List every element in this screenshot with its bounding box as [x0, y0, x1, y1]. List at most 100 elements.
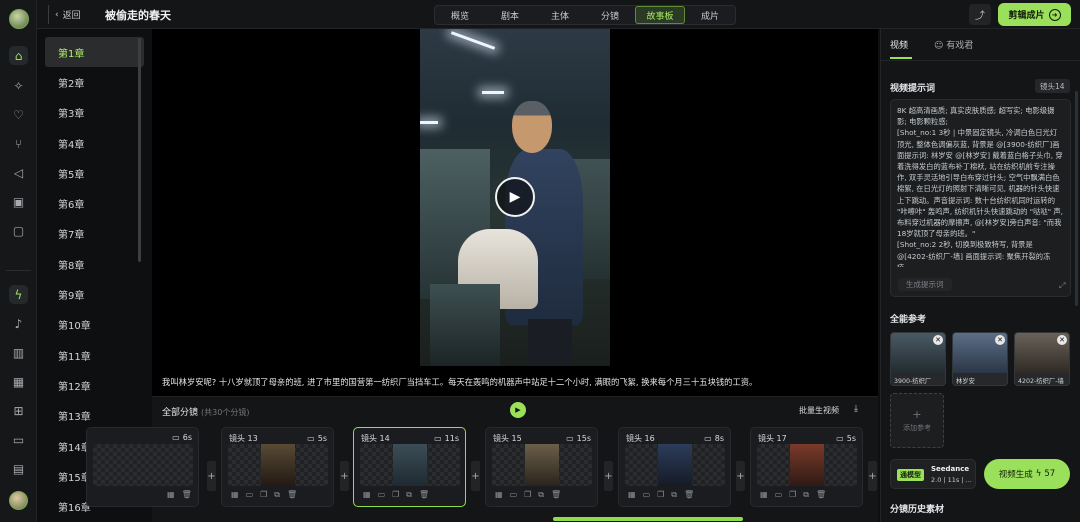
- tab-assistant[interactable]: ☺ 有戏君: [934, 38, 973, 51]
- video-preview[interactable]: ▶: [420, 29, 610, 366]
- model-selector[interactable]: 通模型 Seedance 2.0 | 11s | ...: [890, 459, 976, 489]
- edit-final-button[interactable]: 剪辑成片 ➜: [998, 3, 1071, 26]
- image-icon[interactable]: ▦: [495, 490, 503, 500]
- megaphone-icon[interactable]: ◁: [9, 163, 28, 182]
- insert-shot-button[interactable]: +: [340, 461, 349, 491]
- shots-scrollbar[interactable]: [553, 517, 743, 521]
- trash-icon[interactable]: 🗑: [287, 490, 297, 500]
- layers-icon[interactable]: ⧉: [803, 490, 809, 500]
- chapter-item[interactable]: 第4章: [45, 128, 144, 158]
- image-icon[interactable]: ▦: [231, 490, 239, 500]
- insert-shot-button[interactable]: +: [207, 461, 216, 491]
- tab-assistant-label: 有戏君: [946, 41, 974, 51]
- layers-icon[interactable]: ⧉: [538, 490, 544, 500]
- chapter-item[interactable]: 第7章: [45, 219, 144, 249]
- close-icon[interactable]: ✕: [995, 335, 1005, 345]
- chapter-item[interactable]: 第3章: [45, 98, 144, 128]
- download-icon[interactable]: ⤓: [854, 404, 858, 414]
- insert-shot-button[interactable]: +: [736, 461, 745, 491]
- gift-icon[interactable]: ⊞: [9, 401, 28, 420]
- share-button[interactable]: ⤴: [969, 4, 991, 25]
- copy-icon[interactable]: ❐: [657, 490, 664, 500]
- shot-card[interactable]: 镜头 15 ▭ 15s ▦ ▭ ❐ ⧉ 🗑: [485, 427, 598, 507]
- play-all-button[interactable]: ▶: [510, 402, 526, 418]
- shot-card[interactable]: 镜头 16 ▭ 8s ▦ ▭ ❐ ⧉ 🗑: [618, 427, 731, 507]
- video-icon[interactable]: ▭: [246, 490, 254, 500]
- card-icon[interactable]: ▤: [9, 459, 28, 478]
- layers-icon[interactable]: ⧉: [406, 490, 412, 500]
- image-icon[interactable]: ▦: [760, 490, 768, 500]
- trash-icon[interactable]: 🗑: [551, 490, 561, 500]
- expand-icon[interactable]: ⤢: [1059, 280, 1065, 291]
- step-overview[interactable]: 概览: [435, 6, 485, 24]
- image-icon[interactable]: ▦: [167, 490, 175, 499]
- video-icon[interactable]: ▭: [378, 490, 386, 500]
- chapter-item[interactable]: 第1章: [45, 37, 144, 68]
- copy-icon[interactable]: ❐: [524, 490, 531, 500]
- sparkle-icon[interactable]: ✧: [9, 76, 28, 95]
- trash-icon[interactable]: 🗑: [816, 490, 826, 500]
- batch-generate-button[interactable]: 批量生视频: [799, 405, 839, 416]
- layers-icon[interactable]: ⧉: [274, 490, 280, 500]
- close-icon[interactable]: ✕: [1057, 335, 1067, 345]
- shot-card[interactable]: 镜头 17 ▭ 5s ▦ ▭ ❐ ⧉ 🗑: [750, 427, 863, 507]
- trash-icon[interactable]: 🗑: [419, 490, 429, 500]
- reference-card[interactable]: ✕ 4202-纺织厂-墙: [1014, 332, 1070, 386]
- reference-card[interactable]: ✕ 林岁安: [952, 332, 1008, 386]
- shot-card[interactable]: 镜头 13 ▭ 5s ▦ ▭ ❐ ⧉ 🗑: [221, 427, 334, 507]
- chapter-item[interactable]: 第11章: [45, 340, 144, 370]
- shot-card[interactable]: ▭ 6s ▦ 🗑: [86, 427, 199, 507]
- app-logo[interactable]: [9, 9, 29, 29]
- image-icon[interactable]: ▦: [628, 490, 636, 500]
- back-label: 返回: [62, 11, 81, 21]
- play-button[interactable]: ▶: [495, 177, 535, 217]
- chapter-item[interactable]: 第9章: [45, 279, 144, 309]
- copy-icon[interactable]: ❐: [789, 490, 796, 500]
- lightning-icon[interactable]: ϟ: [9, 285, 28, 304]
- right-scrollbar[interactable]: [1075, 91, 1078, 306]
- insert-shot-button[interactable]: +: [868, 461, 877, 491]
- chapter-item[interactable]: 第6章: [45, 188, 144, 218]
- chapter-item[interactable]: 第8章: [45, 249, 144, 279]
- back-button[interactable]: ‹ 返回: [48, 5, 89, 24]
- close-icon[interactable]: ✕: [933, 335, 943, 345]
- generate-video-button[interactable]: 视频生成 ϟ 57: [984, 459, 1070, 489]
- prompt-textarea[interactable]: 8K 超高清画质; 真实皮肤质感; 超写实; 电影级摄影; 电影颗粒感; [Sh…: [890, 99, 1071, 297]
- video-icon[interactable]: ▭: [775, 490, 783, 500]
- step-script[interactable]: 剧本: [485, 6, 535, 24]
- briefcase-icon[interactable]: ▣: [9, 192, 28, 211]
- heart-icon[interactable]: ♡: [9, 105, 28, 124]
- video-icon[interactable]: ▭: [510, 490, 518, 500]
- step-storyboard[interactable]: 故事板: [635, 6, 685, 24]
- bell-icon[interactable]: ♪: [9, 314, 28, 333]
- chapter-item[interactable]: 第10章: [45, 310, 144, 340]
- copy-icon[interactable]: ❐: [260, 490, 267, 500]
- chapter-item[interactable]: 第5章: [45, 158, 144, 188]
- insert-shot-button[interactable]: +: [604, 461, 613, 491]
- generate-prompt-button[interactable]: 生成提示词: [898, 278, 952, 291]
- chapter-item[interactable]: 第12章: [45, 370, 144, 400]
- wallet-icon[interactable]: ▢: [9, 221, 28, 240]
- shot-card[interactable]: 镜头 14 ▭ 11s ▦ ▭ ❐ ⧉ 🗑: [353, 427, 466, 507]
- tab-video[interactable]: 视频: [890, 38, 908, 51]
- chat-icon[interactable]: ▭: [9, 430, 28, 449]
- add-reference-button[interactable]: + 添加参考: [890, 393, 944, 448]
- nodes-icon[interactable]: ⑂: [9, 134, 28, 153]
- layers-icon[interactable]: ⧉: [671, 490, 677, 500]
- image-icon[interactable]: ▦: [363, 490, 371, 500]
- trash-icon[interactable]: 🗑: [182, 490, 192, 499]
- book-icon[interactable]: ▥: [9, 343, 28, 362]
- insert-shot-button[interactable]: +: [471, 461, 480, 491]
- trash-icon[interactable]: 🗑: [684, 490, 694, 500]
- qrcode-icon[interactable]: ▦: [9, 372, 28, 391]
- video-icon[interactable]: ▭: [643, 490, 651, 500]
- home-icon[interactable]: ⌂: [9, 46, 28, 65]
- reference-card[interactable]: ✕ 3900-纺织厂: [890, 332, 946, 386]
- user-avatar[interactable]: [9, 491, 28, 510]
- step-subjects[interactable]: 主体: [535, 6, 585, 24]
- step-final[interactable]: 成片: [685, 6, 735, 24]
- chapter-item[interactable]: 第2章: [45, 67, 144, 97]
- copy-icon[interactable]: ❐: [392, 490, 399, 500]
- step-shots[interactable]: 分镜: [585, 6, 635, 24]
- chapter-scrollbar[interactable]: [138, 38, 141, 262]
